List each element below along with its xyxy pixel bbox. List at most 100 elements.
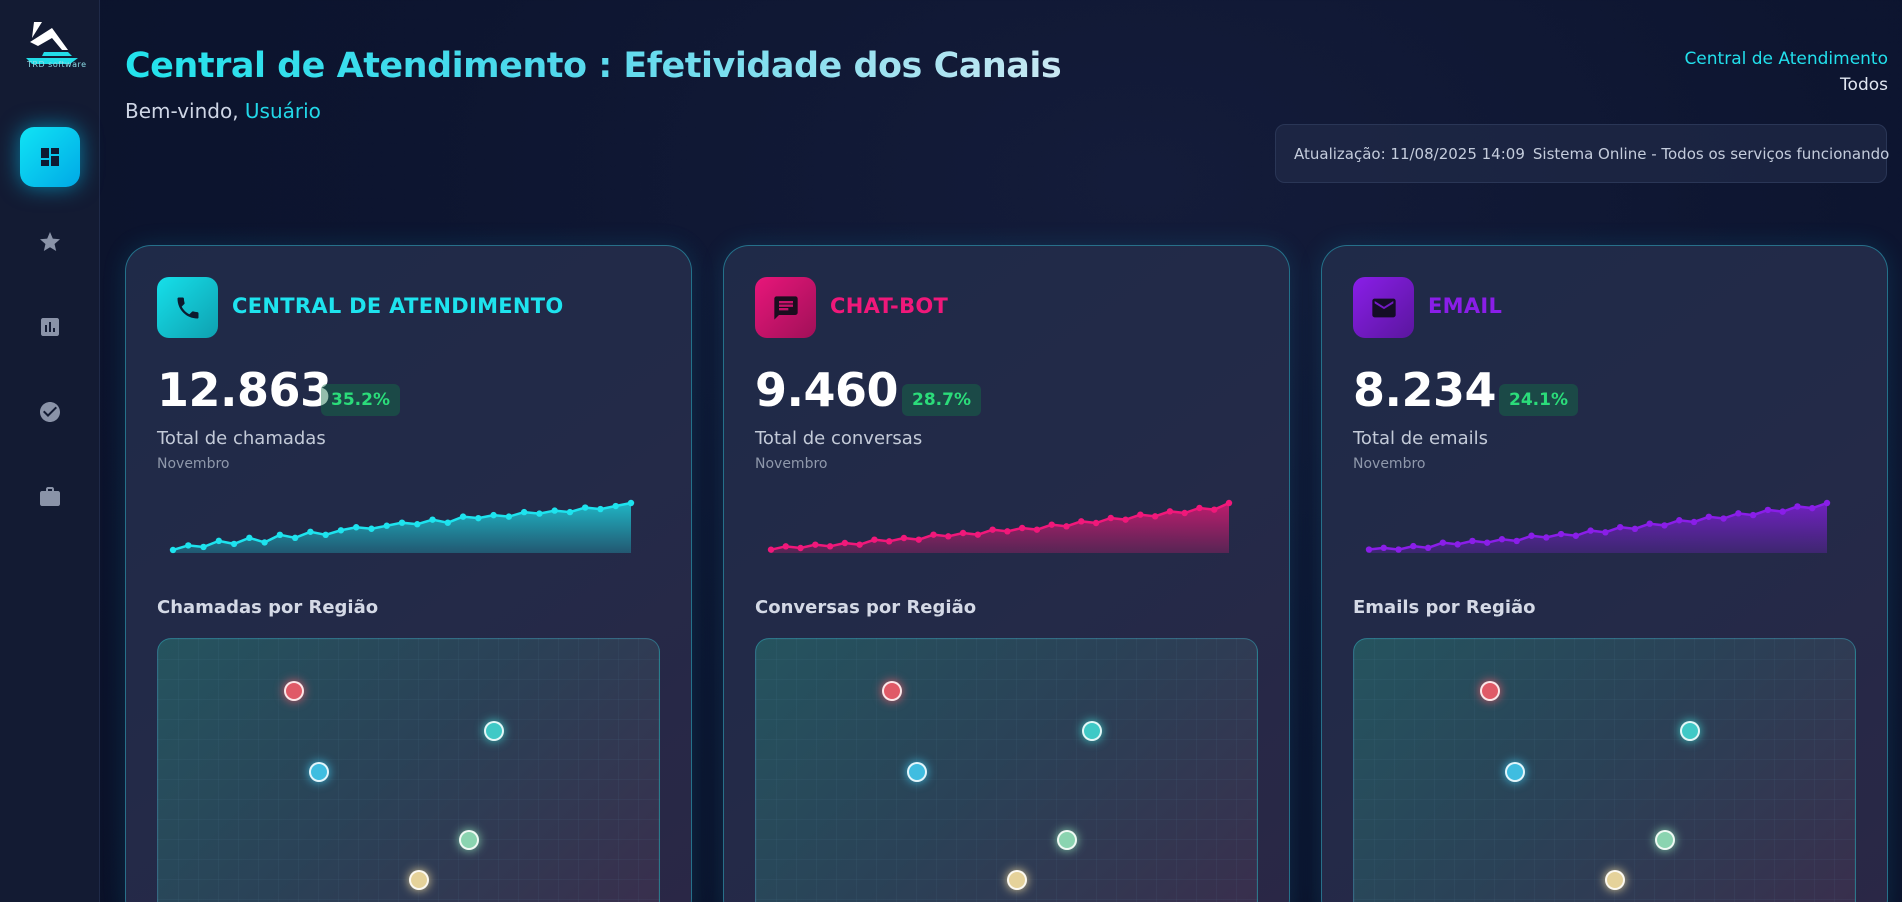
sparkline-point <box>945 533 952 540</box>
region-marker[interactable] <box>1007 870 1027 890</box>
nav-dashboard-button[interactable] <box>20 127 80 187</box>
sparkline-point <box>475 514 482 522</box>
sparkline-point <box>1181 509 1188 517</box>
sparkline-point <box>1454 541 1461 548</box>
sparkline-point <box>322 531 329 539</box>
sparkline-point <box>383 522 390 529</box>
sparkline-point <box>1809 504 1816 512</box>
region-marker[interactable] <box>284 681 304 701</box>
sparkline-point <box>1137 511 1144 518</box>
sparkline-point <box>915 536 922 543</box>
region-title: Conversas por Região <box>755 597 977 618</box>
logo-text: TRD software <box>27 60 87 69</box>
sparkline-point <box>1122 516 1129 523</box>
sparkline-point <box>1646 520 1653 527</box>
sparkline-point <box>414 521 421 528</box>
region-marker[interactable] <box>907 762 927 782</box>
sparkline-point <box>459 513 467 520</box>
region-map[interactable] <box>755 638 1258 902</box>
sparkline-point <box>1513 537 1520 545</box>
sparkline-point <box>1004 528 1011 535</box>
sparkline-point <box>337 527 345 534</box>
sparkline-point <box>1749 511 1757 519</box>
sparkline-point <box>1690 518 1698 526</box>
region-map[interactable] <box>1353 638 1856 902</box>
sparkline-point <box>1528 532 1535 539</box>
sparkline-point <box>1439 539 1447 546</box>
welcome-text: Bem-vindo, Usuário <box>125 99 321 123</box>
sparkline-point <box>767 546 775 553</box>
channel-card-central[interactable]: CENTRAL DE ATENDIMENTO 12.863 35.2% Tota… <box>125 245 692 902</box>
sparkline-point <box>246 534 253 542</box>
sparkline-point <box>1078 518 1085 525</box>
sparkline-point <box>307 528 314 535</box>
region-marker[interactable] <box>882 681 902 701</box>
sparkline-point <box>1616 523 1624 531</box>
channel-card-email[interactable]: EMAIL 8.234 24.1% Total de emails Novemb… <box>1321 245 1888 902</box>
status-bar: Atualização: 11/08/2025 14:09 Sistema On… <box>1275 124 1889 183</box>
region-marker[interactable] <box>1505 762 1525 782</box>
sparkline-point <box>1661 522 1668 529</box>
sparkline-chart <box>767 499 1233 553</box>
sparkline-point <box>1365 546 1373 553</box>
region-marker[interactable] <box>1082 721 1102 741</box>
mail-icon <box>1371 298 1396 317</box>
sparkline-point <box>490 511 497 519</box>
region-marker[interactable] <box>1057 830 1077 850</box>
sparkline-point <box>1063 523 1070 530</box>
update-timestamp: Atualização: 11/08/2025 14:09 <box>1294 144 1525 163</box>
sparkline-point <box>1483 539 1491 546</box>
region-marker[interactable] <box>309 762 329 782</box>
channel-card-chatbot[interactable]: CHAT-BOT 9.460 28.7% Total de conversas … <box>723 245 1290 902</box>
region-marker[interactable] <box>1605 870 1625 890</box>
sparkline-point <box>900 534 908 542</box>
sparkline-point <box>1018 524 1026 532</box>
sparkline-point <box>1794 503 1801 510</box>
sparkline-point <box>856 541 863 548</box>
nav-reports-button[interactable] <box>20 297 80 357</box>
sparkline-point <box>782 543 789 550</box>
sparkline-point <box>989 526 996 533</box>
sparkline-point <box>1823 499 1831 507</box>
nav-tasks-button[interactable] <box>20 382 80 442</box>
page-title: Central de Atendimento : Efetividade dos… <box>125 46 1062 86</box>
sparkline-point <box>1498 536 1506 543</box>
nav-favorites-button[interactable] <box>20 212 80 272</box>
sparkline-point <box>444 519 451 526</box>
sparkline-point <box>520 508 528 516</box>
region-marker[interactable] <box>459 830 479 850</box>
dashboard-icon <box>41 148 59 166</box>
sparkline-point <box>1469 537 1476 545</box>
chat-icon <box>773 295 798 320</box>
sparkline-point <box>1764 506 1772 514</box>
sparkline-point <box>1395 546 1402 553</box>
user-name[interactable]: Usuário <box>245 99 321 123</box>
region-marker[interactable] <box>409 870 429 890</box>
sparkline-point <box>1779 508 1786 515</box>
context-label[interactable]: Central de Atendimento <box>1684 46 1888 72</box>
region-marker[interactable] <box>484 721 504 741</box>
sparkline-point <box>230 540 238 548</box>
sparkline-point <box>826 543 834 550</box>
card-title: EMAIL <box>1428 294 1503 318</box>
card-month: Novembro <box>1353 456 1426 472</box>
star-icon <box>40 232 60 251</box>
sparkline-point <box>353 524 360 531</box>
sparkline-point <box>1676 517 1683 524</box>
region-marker[interactable] <box>1655 830 1675 850</box>
sparkline-point <box>871 536 878 543</box>
nav-portfolio-button[interactable] <box>20 467 80 527</box>
sparkline-point <box>1048 521 1055 528</box>
context-selector[interactable]: Central de Atendimento Todos <box>1684 46 1888 98</box>
check-circle-icon <box>40 402 60 422</box>
context-filter[interactable]: Todos <box>1684 72 1888 98</box>
welcome-prefix: Bem-vindo, <box>125 99 245 123</box>
sparkline-point <box>1151 513 1159 520</box>
region-marker[interactable] <box>1480 681 1500 701</box>
card-title: CENTRAL DE ATENDIMENTO <box>232 294 564 318</box>
sparkline-point <box>1380 544 1387 552</box>
region-map[interactable] <box>157 638 660 902</box>
sparkline-chart <box>169 499 635 554</box>
sparkline-point <box>1587 527 1594 534</box>
region-marker[interactable] <box>1680 721 1700 741</box>
